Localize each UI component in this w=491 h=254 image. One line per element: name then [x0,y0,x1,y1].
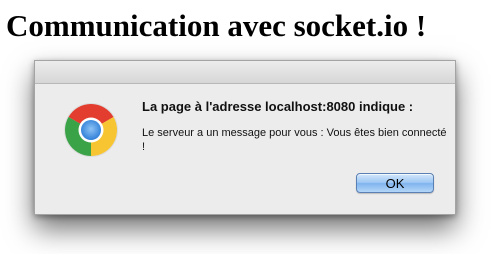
ok-button[interactable]: OK [356,173,434,193]
dialog-message: Le serveur a un message pour vous : Vous… [142,127,447,153]
page-heading: Communication avec socket.io ! [6,8,427,43]
chrome-icon [63,102,119,158]
alert-dialog: La page à l'adresse localhost:8080 indiq… [34,60,456,215]
dialog-title: La page à l'adresse localhost:8080 indiq… [142,99,414,114]
dialog-titlebar[interactable] [35,61,455,84]
